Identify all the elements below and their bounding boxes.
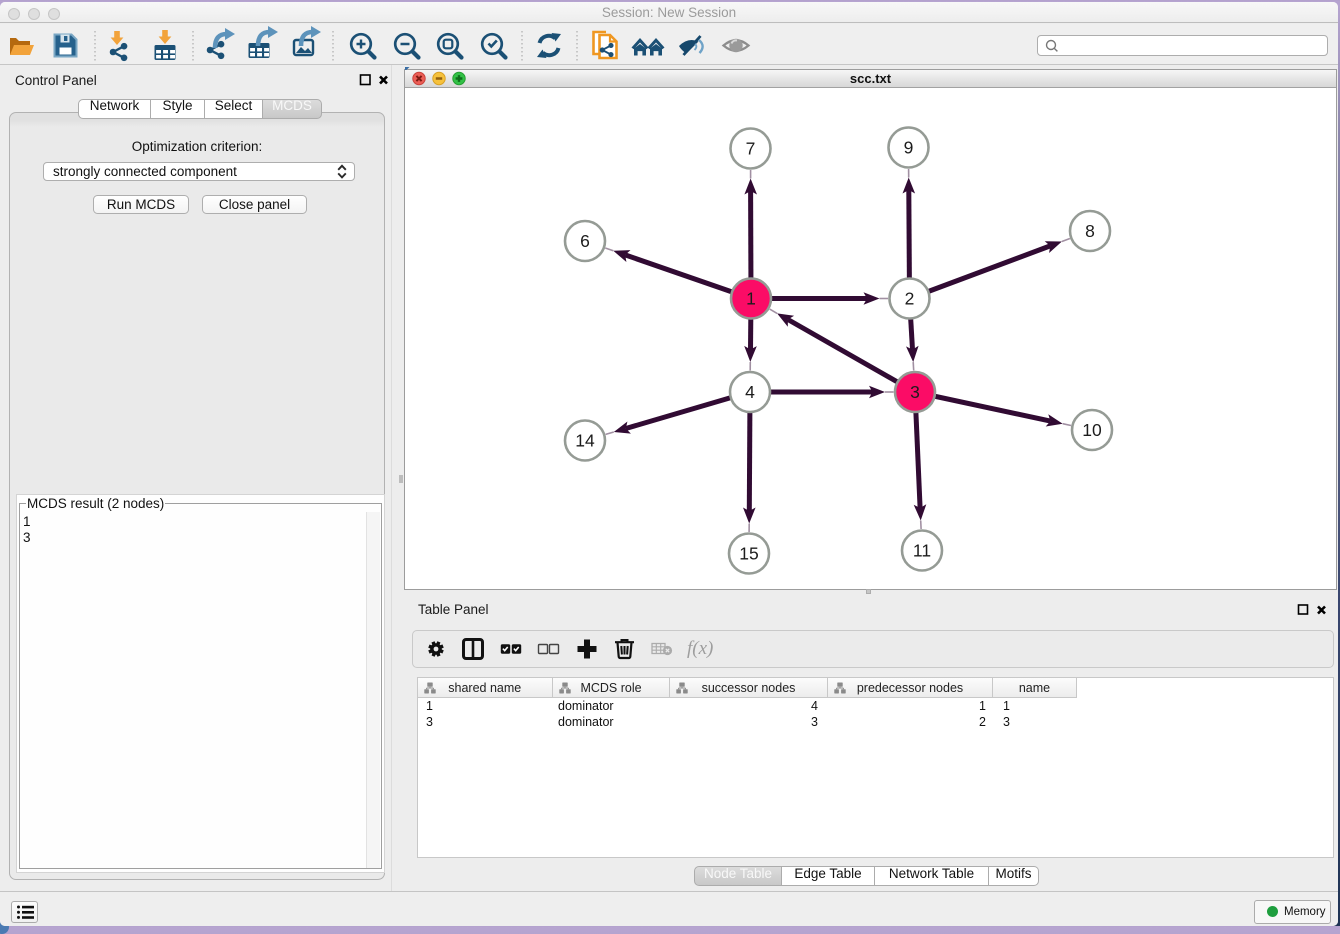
- svg-text:1: 1: [746, 289, 756, 309]
- svg-text:15: 15: [739, 544, 758, 564]
- svg-text:4: 4: [745, 382, 755, 402]
- svg-text:2: 2: [905, 289, 915, 309]
- svg-text:7: 7: [746, 139, 756, 159]
- svg-text:3: 3: [910, 382, 920, 402]
- svg-text:8: 8: [1085, 221, 1095, 241]
- svg-text:9: 9: [904, 138, 914, 158]
- svg-text:10: 10: [1082, 420, 1102, 440]
- svg-text:6: 6: [580, 231, 590, 251]
- svg-text:11: 11: [913, 541, 931, 561]
- svg-text:14: 14: [575, 431, 595, 451]
